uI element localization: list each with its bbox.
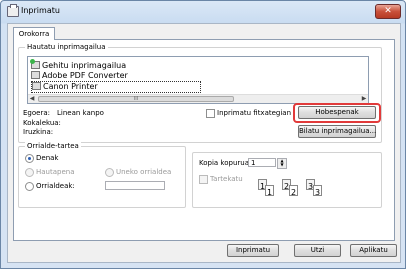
window-title: Inprimatu — [21, 6, 60, 15]
page-range-legend: Orrialde-tartea — [25, 142, 81, 150]
all-pages-radio[interactable] — [25, 154, 34, 163]
printer-list[interactable]: Gehitu inprimagailua Adobe PDF Converter… — [27, 56, 369, 104]
printer-icon — [31, 71, 40, 79]
status-value: Linean kanpo — [57, 109, 104, 117]
title-bar: Inprimatu ✕ — [1, 1, 405, 21]
select-printer-legend: Hautatu inprimagailua — [25, 43, 108, 51]
page-range-group: Orrialde-tartea Denak Hautapena Uneko or… — [18, 142, 186, 208]
pages-radio[interactable] — [25, 182, 34, 191]
copies-spinner[interactable]: ▲ ▼ — [277, 158, 287, 169]
printer-icon — [7, 4, 19, 17]
collate-page: 3 — [313, 185, 322, 197]
pages-label: Orrialdeak: — [36, 182, 75, 190]
collate-label: Tartekatu — [210, 175, 243, 183]
location-label: Kokalekua: — [23, 119, 61, 127]
scroll-left-icon[interactable]: ◀ — [28, 95, 36, 103]
pages-input[interactable] — [105, 181, 165, 190]
select-printer-group: Hautatu inprimagailua Gehitu inprimagail… — [18, 43, 382, 143]
print-button[interactable]: Inprimatu — [227, 244, 279, 257]
printer-item-label: Canon Printer — [43, 82, 98, 91]
copies-input[interactable]: 1 — [248, 158, 276, 167]
cancel-button[interactable]: Utzi — [294, 244, 341, 257]
copies-group: Kopia kopurua: 1 ▲ ▼ Tartekatu 1 1 2 2 3 … — [192, 152, 382, 208]
printer-icon — [32, 82, 41, 90]
current-page-label: Uneko orrialdea — [116, 168, 172, 176]
copies-label: Kopia kopurua: — [199, 159, 252, 167]
current-page-radio[interactable] — [105, 168, 114, 177]
horizontal-scrollbar[interactable]: ◀ III ▶ — [28, 94, 368, 103]
collate-page: 2 — [289, 185, 298, 197]
dialog-body: Orokorra Hautatu inprimagailua Gehitu in… — [7, 23, 401, 263]
printer-item-label: Adobe PDF Converter — [42, 71, 128, 80]
print-dialog: Inprimatu ✕ Orokorra Hautatu inprimagail… — [0, 0, 406, 269]
add-printer-icon — [30, 59, 40, 69]
find-printer-button[interactable]: Bilatu inprimagailua... — [298, 125, 376, 138]
selection-radio[interactable] — [25, 168, 34, 177]
scroll-right-icon[interactable]: ▶ — [360, 95, 368, 103]
selection-label: Hautapena — [36, 168, 75, 176]
collate-checkbox[interactable] — [199, 175, 208, 184]
status-label: Egoera: — [23, 109, 50, 117]
printer-item-adobe-pdf[interactable]: Adobe PDF Converter — [31, 71, 128, 81]
collate-page: 1 — [265, 185, 274, 197]
all-pages-label: Denak — [36, 154, 59, 162]
comment-label: Iruzkina: — [23, 128, 54, 136]
print-to-file-checkbox[interactable] — [206, 109, 215, 118]
close-button[interactable]: ✕ — [375, 4, 401, 19]
printer-item-add[interactable]: Gehitu inprimagailua — [30, 59, 127, 71]
tab-general[interactable]: Orokorra — [13, 27, 55, 40]
general-tab-panel: Hautatu inprimagailua Gehitu inprimagail… — [13, 39, 395, 241]
scroll-thumb[interactable]: III — [38, 96, 234, 102]
printer-item-canon[interactable]: Canon Printer — [31, 81, 201, 93]
preferences-button[interactable]: Hobespenak — [298, 106, 376, 119]
print-to-file-label: Inprimatu fitxategian — [217, 109, 292, 117]
printer-item-label: Gehitu inprimagailua — [42, 61, 127, 70]
apply-button[interactable]: Aplikatu — [350, 244, 397, 257]
